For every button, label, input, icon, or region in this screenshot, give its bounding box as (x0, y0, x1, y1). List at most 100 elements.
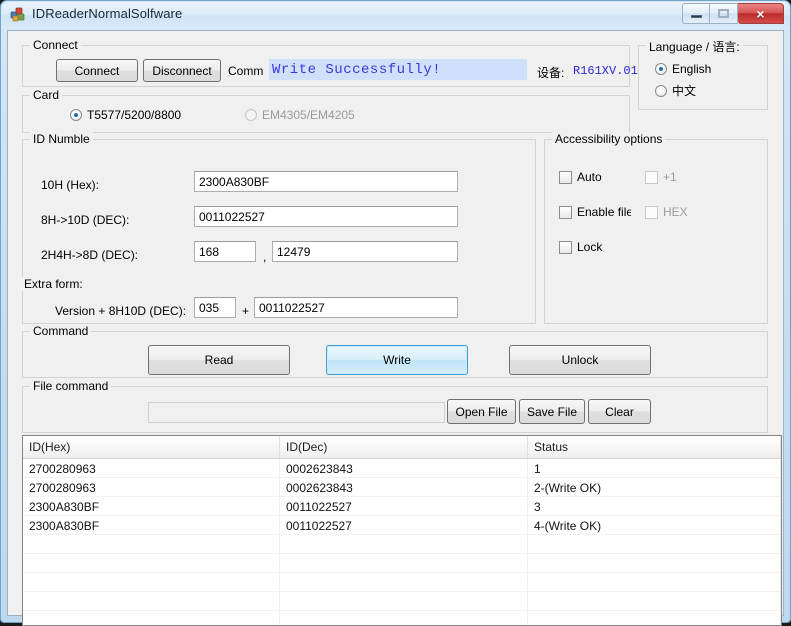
cell-id-hex (23, 554, 280, 573)
read-button[interactable]: Read (148, 345, 290, 375)
checkbox-plus-one-label: +1 (663, 170, 677, 184)
window-title: IDReaderNormalSolfware (32, 6, 183, 21)
field-label-8h-10d-dec: 8H->10D (DEC): (41, 213, 130, 227)
checkbox-hex[interactable]: HEX (645, 205, 688, 219)
command-group: Command Read Write Unlock (22, 324, 768, 378)
client-area: Connect Connect Disconnect Comm Write Su… (7, 30, 784, 626)
cell-id-hex: 2300A830BF (23, 516, 280, 535)
table-row[interactable] (23, 592, 781, 611)
table-column-header-id-dec[interactable]: ID(Dec) (280, 436, 528, 458)
cell-id-hex: 2300A830BF (23, 497, 280, 516)
table-row[interactable]: 2700280963 0002623843 1 (23, 459, 781, 478)
comm-status-text: Write Successfully! (269, 59, 527, 80)
checkbox-hex-label: HEX (663, 205, 688, 219)
language-option-english-label: English (672, 62, 712, 76)
results-table[interactable]: ID(Hex) ID(Dec) Status 2700280963 000262… (22, 435, 782, 626)
cell-status: 3 (528, 497, 781, 516)
cell-status: 4-(Write OK) (528, 516, 781, 535)
language-option-english[interactable]: English (655, 62, 711, 76)
table-row[interactable]: 2300A830BF 0011022527 3 (23, 497, 781, 516)
device-label: 设备: (537, 66, 565, 80)
cell-status (528, 554, 781, 573)
unlock-button[interactable]: Unlock (509, 345, 651, 375)
card-option-t5577[interactable]: T5577/5200/8800 (70, 108, 181, 122)
cell-status (528, 611, 781, 625)
table-column-header-id-hex[interactable]: ID(Hex) (23, 436, 280, 458)
table-row[interactable] (23, 554, 781, 573)
cell-id-dec (280, 554, 528, 573)
checkbox-lock[interactable]: Lock (559, 240, 602, 254)
cell-id-hex (23, 573, 280, 592)
cell-id-dec (280, 611, 528, 625)
table-body: 2700280963 0002623843 1 2700280963 00026… (23, 459, 781, 625)
cell-id-dec (280, 573, 528, 592)
command-group-title: Command (30, 324, 92, 338)
cell-id-hex (23, 535, 280, 554)
clear-button[interactable]: Clear (588, 399, 651, 424)
file-command-group-title: File command (30, 379, 112, 393)
title-bar: IDReaderNormalSolfware × (2, 2, 789, 29)
field-input-2h4h-8d-a[interactable]: 168 (194, 241, 256, 262)
cell-id-dec (280, 535, 528, 554)
extra-form-value-input[interactable]: 0011022527 (254, 297, 458, 318)
radio-selected-icon (70, 109, 82, 121)
checkbox-icon (559, 170, 572, 184)
file-path-input[interactable] (148, 402, 445, 423)
extra-form-row-label: Version + 8H10D (DEC): (55, 304, 187, 318)
checkbox-enable-file[interactable]: Enable file (559, 205, 631, 219)
table-row[interactable]: 2300A830BF 0011022527 4-(Write OK) (23, 516, 781, 535)
cell-status (528, 592, 781, 611)
connect-button[interactable]: Connect (56, 59, 138, 82)
card-group: Card T5577/5200/8800 EM4305/EM4205 (22, 88, 630, 133)
table-header-row: ID(Hex) ID(Dec) Status (23, 436, 781, 459)
checkbox-icon (559, 205, 572, 219)
id-numble-group: ID Numble 10H (Hex): 2300A830BF 8H->10D … (22, 132, 536, 324)
checkbox-auto-label: Auto (577, 170, 602, 184)
card-group-title: Card (30, 88, 63, 102)
cell-id-dec: 0011022527 (280, 497, 528, 516)
table-row[interactable]: 2700280963 0002623843 2-(Write OK) (23, 478, 781, 497)
field-label-10h-hex: 10H (Hex): (41, 178, 100, 192)
table-row[interactable] (23, 573, 781, 592)
table-column-header-status[interactable]: Status (528, 436, 781, 458)
file-command-group: File command Open File Save File Clear (22, 379, 768, 433)
table-row[interactable] (23, 611, 781, 625)
extra-form-plus-sign: + (242, 304, 250, 318)
language-option-chinese[interactable]: 中文 (655, 82, 696, 99)
minimize-button[interactable] (682, 3, 710, 24)
radio-unselected-icon (655, 84, 667, 97)
field-label-2h4h-8d-dec: 2H4H->8D (DEC): (41, 248, 139, 262)
cell-id-hex (23, 592, 280, 611)
cell-id-hex: 2700280963 (23, 478, 280, 497)
write-button[interactable]: Write (326, 345, 468, 375)
maximize-icon (718, 9, 729, 18)
cell-id-hex (23, 611, 280, 625)
comm-label: Comm (228, 64, 264, 78)
checkbox-plus-one[interactable]: +1 (645, 170, 677, 184)
cell-id-dec: 0002623843 (280, 478, 528, 497)
extra-form-label: Extra form: (22, 277, 85, 291)
card-option-em4305[interactable]: EM4305/EM4205 (245, 108, 355, 122)
checkbox-auto[interactable]: Auto (559, 170, 602, 184)
maximize-button[interactable] (710, 3, 738, 24)
field-input-8h-10d-dec[interactable]: 0011022527 (194, 206, 458, 227)
connect-group: Connect Connect Disconnect Comm Write Su… (22, 38, 638, 87)
save-file-button[interactable]: Save File (519, 399, 585, 424)
close-button[interactable]: × (738, 3, 784, 24)
cell-status (528, 573, 781, 592)
cell-id-dec: 0011022527 (280, 516, 528, 535)
open-file-button[interactable]: Open File (447, 399, 516, 424)
checkbox-icon (645, 205, 658, 219)
field-input-2h4h-8d-b[interactable]: 12479 (272, 241, 458, 262)
disconnect-button[interactable]: Disconnect (143, 59, 221, 82)
radio-unselected-icon (245, 109, 257, 121)
language-option-chinese-label: 中文 (672, 84, 697, 98)
card-option-t5577-label: T5577/5200/8800 (87, 108, 182, 122)
cell-id-dec: 0002623843 (280, 459, 528, 478)
extra-form-version-input[interactable]: 035 (194, 297, 236, 318)
cell-status: 2-(Write OK) (528, 478, 781, 497)
language-group: Language / 语言: English 中文 (638, 38, 768, 110)
connect-group-title: Connect (30, 38, 81, 52)
field-input-10h-hex[interactable]: 2300A830BF (194, 171, 458, 192)
table-row[interactable] (23, 535, 781, 554)
